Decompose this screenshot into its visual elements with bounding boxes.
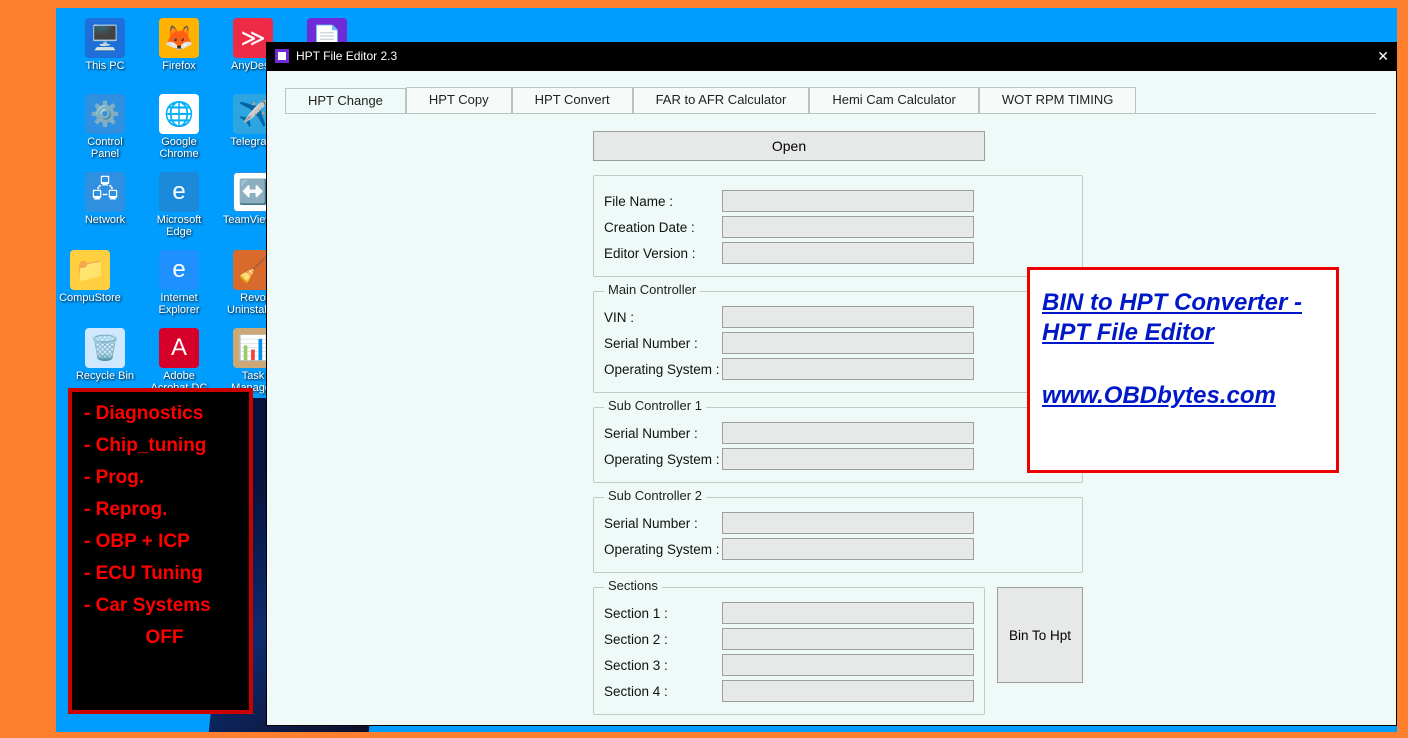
input-main-os[interactable] xyxy=(722,358,974,380)
icon-compustore[interactable]: 📁CompuStore xyxy=(56,250,127,304)
label-sub2-os: Operating System : xyxy=(604,542,722,557)
input-main-serial[interactable] xyxy=(722,332,974,354)
tab-hemi-cam[interactable]: Hemi Cam Calculator xyxy=(809,87,979,113)
group-main-controller: Main Controller VIN : Serial Number : Op… xyxy=(593,291,1083,393)
icon-chrome[interactable]: 🌐Google Chrome xyxy=(142,94,216,160)
tab-wot-rpm[interactable]: WOT RPM TIMING xyxy=(979,87,1136,113)
promo-line: - Diagnostics xyxy=(84,398,245,430)
label-main-os: Operating System : xyxy=(604,362,722,377)
tab-hpt-convert[interactable]: HPT Convert xyxy=(512,87,633,113)
legend-sections: Sections xyxy=(604,578,662,593)
label-creation-date: Creation Date : xyxy=(604,220,722,235)
icon-network[interactable]: 🖧Network xyxy=(68,172,142,226)
network-icon: 🖧 xyxy=(85,172,125,212)
group-file-info: File Name : Creation Date : Editor Versi… xyxy=(593,175,1083,277)
label-sub1-os: Operating System : xyxy=(604,452,722,467)
label-file-name: File Name : xyxy=(604,194,722,209)
input-section4[interactable] xyxy=(722,680,974,702)
label-editor-version: Editor Version : xyxy=(604,246,722,261)
group-sections: Sections Section 1 : Section 2 : Section… xyxy=(593,587,985,715)
compustore-icon: 📁 xyxy=(70,250,110,290)
label-section2: Section 2 : xyxy=(604,632,722,647)
promo-line: - Car Systems xyxy=(84,590,245,622)
promo-line: - Chip_tuning xyxy=(84,430,245,462)
group-sub2: Sub Controller 2 Serial Number : Operati… xyxy=(593,497,1083,573)
tab-far-afr[interactable]: FAR to AFR Calculator xyxy=(633,87,810,113)
label-sub2-serial: Serial Number : xyxy=(604,516,722,531)
promo-right-url[interactable]: www.OBDbytes.com xyxy=(1042,382,1324,410)
label-main-serial: Serial Number : xyxy=(604,336,722,351)
promo-line: OFF xyxy=(84,622,245,654)
input-sub2-serial[interactable] xyxy=(722,512,974,534)
promo-right-title: BIN to HPT Converter - HPT File Editor xyxy=(1042,288,1324,348)
input-section3[interactable] xyxy=(722,654,974,676)
form-column: Open File Name : Creation Date : Editor … xyxy=(593,131,1083,732)
icon-acrobat[interactable]: AAdobe Acrobat DC xyxy=(142,328,216,394)
label-section3: Section 3 : xyxy=(604,658,722,673)
firefox-icon: 🦊 xyxy=(159,18,199,58)
legend-sub1: Sub Controller 1 xyxy=(604,398,706,413)
recycle-bin-icon: 🗑️ xyxy=(85,328,125,368)
app-window: HPT File Editor 2.3 ✕ HPT Change HPT Cop… xyxy=(266,42,1397,726)
acrobat-icon: A xyxy=(159,328,199,368)
promo-line: - ECU Tuning xyxy=(84,558,245,590)
input-sub1-serial[interactable] xyxy=(722,422,974,444)
label-section4: Section 4 : xyxy=(604,684,722,699)
titlebar[interactable]: HPT File Editor 2.3 ✕ xyxy=(266,42,1397,70)
label-sub1-serial: Serial Number : xyxy=(604,426,722,441)
app-icon xyxy=(274,48,290,64)
edge-icon: e xyxy=(159,172,199,212)
icon-firefox[interactable]: 🦊Firefox xyxy=(142,18,216,72)
app-title: HPT File Editor 2.3 xyxy=(296,49,397,63)
promo-line: - Reprog. xyxy=(84,494,245,526)
icon-this-pc[interactable]: 🖥️This PC xyxy=(68,18,142,72)
ie-icon: e xyxy=(159,250,199,290)
legend-main: Main Controller xyxy=(604,282,700,297)
bin-to-hpt-button[interactable]: Bin To Hpt xyxy=(997,587,1083,683)
tabs: HPT Change HPT Copy HPT Convert FAR to A… xyxy=(285,87,1136,113)
client-area: HPT Change HPT Copy HPT Convert FAR to A… xyxy=(266,70,1397,726)
icon-edge[interactable]: eMicrosoft Edge xyxy=(142,172,216,238)
chrome-icon: 🌐 xyxy=(159,94,199,134)
desktop: 🖥️This PC 🦊Firefox ≫AnyDesk 📄 ⚙️Control … xyxy=(56,8,1397,732)
tab-underline xyxy=(285,113,1376,114)
input-file-name[interactable] xyxy=(722,190,974,212)
promo-right: BIN to HPT Converter - HPT File Editor w… xyxy=(1027,267,1339,473)
icon-control-panel[interactable]: ⚙️Control Panel xyxy=(68,94,142,160)
icon-ie[interactable]: eInternet Explorer xyxy=(142,250,216,316)
close-icon[interactable]: ✕ xyxy=(1377,48,1389,65)
label-section1: Section 1 : xyxy=(604,606,722,621)
group-sub1: Sub Controller 1 Serial Number : Operati… xyxy=(593,407,1083,483)
open-button[interactable]: Open xyxy=(593,131,985,161)
input-section1[interactable] xyxy=(722,602,974,624)
promo-left: - Diagnostics - Chip_tuning - Prog. - Re… xyxy=(68,388,253,714)
browser-frame: 🖥️This PC 🦊Firefox ≫AnyDesk 📄 ⚙️Control … xyxy=(0,0,1408,738)
input-section2[interactable] xyxy=(722,628,974,650)
promo-line: - Prog. xyxy=(84,462,245,494)
input-creation-date[interactable] xyxy=(722,216,974,238)
control-panel-icon: ⚙️ xyxy=(85,94,125,134)
input-sub1-os[interactable] xyxy=(722,448,974,470)
pc-icon: 🖥️ xyxy=(85,18,125,58)
promo-line: - OBP + ICP xyxy=(84,526,245,558)
label-vin: VIN : xyxy=(604,310,722,325)
legend-sub2: Sub Controller 2 xyxy=(604,488,706,503)
input-vin[interactable] xyxy=(722,306,974,328)
input-sub2-os[interactable] xyxy=(722,538,974,560)
tab-hpt-copy[interactable]: HPT Copy xyxy=(406,87,512,113)
sections-wrap: Sections Section 1 : Section 2 : Section… xyxy=(593,573,1083,715)
input-editor-version[interactable] xyxy=(722,242,974,264)
icon-recycle-bin[interactable]: 🗑️Recycle Bin xyxy=(68,328,142,382)
tab-hpt-change[interactable]: HPT Change xyxy=(285,88,406,114)
